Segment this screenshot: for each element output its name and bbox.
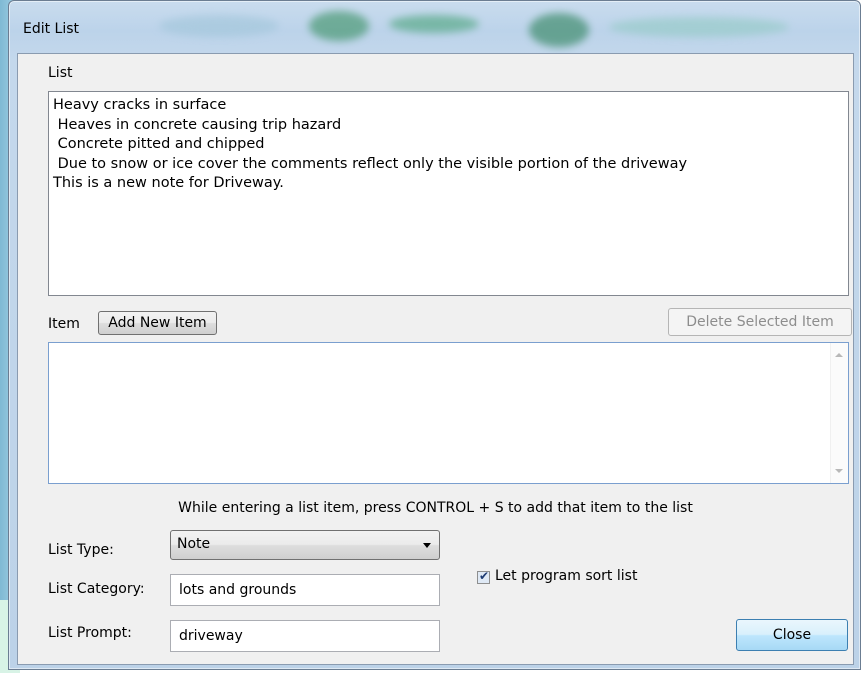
title-bar-glass (309, 11, 369, 41)
window-title: Edit List (23, 21, 80, 37)
list-category-label: List Category: (48, 581, 145, 597)
add-new-item-button[interactable]: Add New Item (98, 311, 217, 335)
close-button[interactable]: Close (736, 619, 848, 651)
list-item[interactable]: Heaves in concrete causing trip hazard (53, 116, 844, 136)
list-item[interactable]: Heavy cracks in surface (53, 96, 844, 116)
title-bar-glass (159, 15, 279, 37)
hint-text: While entering a list item, press CONTRO… (178, 500, 693, 516)
list-item[interactable]: Concrete pitted and chipped (53, 135, 844, 155)
checkmark-icon: ✔ (479, 569, 490, 583)
list-label: List (48, 65, 73, 81)
list-type-label: List Type: (48, 542, 114, 558)
delete-selected-item-button[interactable]: Delete Selected Item (668, 308, 852, 336)
list-category-field[interactable]: lots and grounds (170, 574, 440, 606)
list-prompt-field[interactable]: driveway (170, 620, 440, 652)
sort-list-label[interactable]: Let program sort list (495, 568, 637, 584)
title-bar-glass (529, 13, 589, 47)
edit-list-dialog: Edit List List Heavy cracks in surface H… (8, 0, 861, 670)
list-item[interactable]: Due to snow or ice cover the comments re… (53, 155, 844, 175)
title-bar-glass (609, 17, 789, 37)
title-bar[interactable]: Edit List (9, 1, 860, 53)
item-label: Item (48, 316, 80, 332)
list-type-value: Note (177, 536, 211, 552)
list-type-dropdown[interactable]: Note (170, 530, 440, 560)
dialog-client-area: List Heavy cracks in surface Heaves in c… (17, 53, 854, 665)
scroll-down-icon[interactable] (835, 469, 843, 473)
list-prompt-label: List Prompt: (48, 625, 132, 641)
scroll-up-icon[interactable] (835, 353, 843, 357)
item-scrollbar[interactable] (830, 343, 848, 483)
list-item[interactable]: This is a new note for Driveway. (53, 174, 844, 194)
chevron-down-icon (423, 543, 431, 548)
title-bar-glass (389, 15, 479, 33)
sort-list-checkbox[interactable]: ✔ (477, 569, 490, 584)
item-textarea[interactable] (48, 342, 849, 484)
list-listbox[interactable]: Heavy cracks in surface Heaves in concre… (48, 91, 849, 296)
